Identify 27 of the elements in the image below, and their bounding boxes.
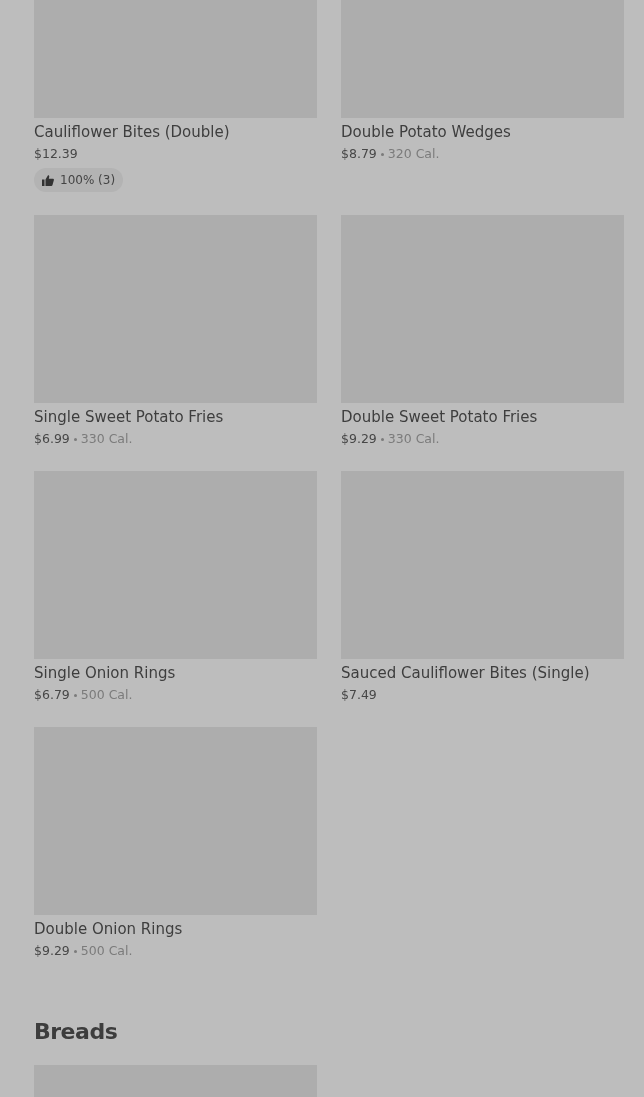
item-price: $6.79 bbox=[34, 686, 70, 702]
item-name[interactable]: Single Onion Rings bbox=[34, 662, 317, 683]
item-calories: 500 Cal. bbox=[80, 942, 133, 958]
separator-dot bbox=[380, 153, 384, 156]
item-name[interactable]: Double Sweet Potato Fries bbox=[341, 406, 624, 427]
separator-dot bbox=[380, 437, 384, 441]
item-calories: 330 Cal. bbox=[80, 430, 133, 446]
item-price: $9.29 bbox=[341, 430, 377, 446]
item-name[interactable]: Sauced Cauliflower Bites (Single) bbox=[341, 662, 624, 683]
item-name[interactable]: Cauliflower Bites (Double) bbox=[34, 122, 317, 142]
item-calories: 500 Cal. bbox=[80, 686, 133, 702]
separator-dot bbox=[73, 949, 77, 953]
separator-dot bbox=[73, 437, 77, 441]
item-calories: 320 Cal. bbox=[387, 146, 440, 161]
item-price: $7.49 bbox=[341, 686, 377, 702]
item-calories: 330 Cal. bbox=[387, 430, 440, 446]
item-price: $9.29 bbox=[34, 942, 70, 958]
item-name[interactable]: Single Sweet Potato Fries bbox=[34, 406, 317, 427]
item-name[interactable]: Double Potato Wedges bbox=[341, 122, 624, 142]
item-price: $8.79 bbox=[341, 146, 377, 161]
item-price: $12.39 bbox=[34, 146, 78, 161]
rating-badge: 100% (3) bbox=[34, 168, 124, 192]
item-price: $6.99 bbox=[34, 430, 70, 446]
item-name[interactable]: Double Onion Rings bbox=[34, 918, 317, 939]
separator-dot bbox=[73, 693, 77, 697]
section-heading: Breads bbox=[34, 1017, 119, 1046]
thumbs-up-icon bbox=[42, 174, 54, 186]
